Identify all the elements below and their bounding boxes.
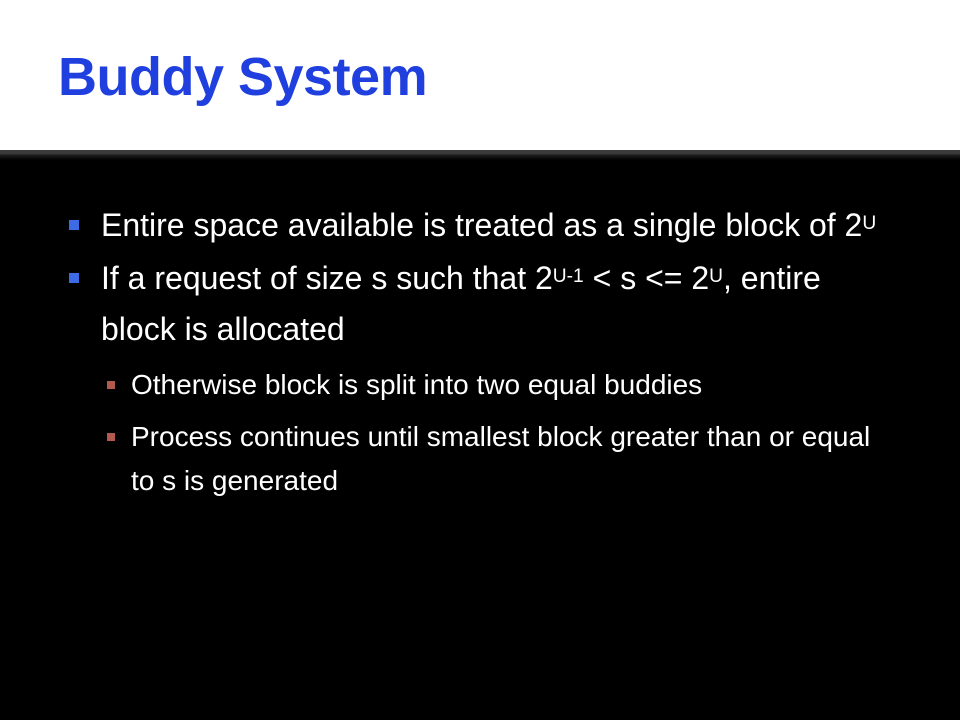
- slide: Buddy System Entire space available is t…: [0, 0, 960, 720]
- square-bullet-icon: [69, 220, 79, 230]
- bullet-1-text: Entire space available is treated as a s…: [101, 207, 863, 243]
- slide-title: Buddy System: [58, 47, 428, 107]
- bullet-2-text-middle: < s <= 2: [583, 260, 710, 296]
- title-band: Buddy System: [0, 0, 960, 150]
- sub-bullet-item-2: Process continues until smallest block g…: [0, 415, 960, 503]
- small-square-bullet-icon: [107, 433, 115, 441]
- bullet-2-superscript-1: U-1: [552, 266, 584, 288]
- bullet-1-superscript: U: [862, 213, 877, 235]
- title-divider: [0, 150, 960, 153]
- sub-bullet-item-1: Otherwise block is split into two equal …: [0, 363, 960, 407]
- bullet-2-superscript-2: U: [709, 266, 723, 288]
- bullet-item-1: Entire space available is treated as a s…: [0, 200, 960, 251]
- slide-content: Entire space available is treated as a s…: [0, 200, 960, 503]
- bullet-item-2: If a request of size s such that 2U-1 < …: [0, 253, 960, 355]
- bullet-2-text: If a request of size s such that 2: [101, 260, 553, 296]
- small-square-bullet-icon: [107, 381, 115, 389]
- sub-bullet-list: Otherwise block is split into two equal …: [0, 363, 960, 503]
- sub-bullet-2-text: Process continues until smallest block g…: [131, 421, 871, 496]
- square-bullet-icon: [69, 273, 79, 283]
- sub-bullet-1-text: Otherwise block is split into two equal …: [131, 369, 703, 400]
